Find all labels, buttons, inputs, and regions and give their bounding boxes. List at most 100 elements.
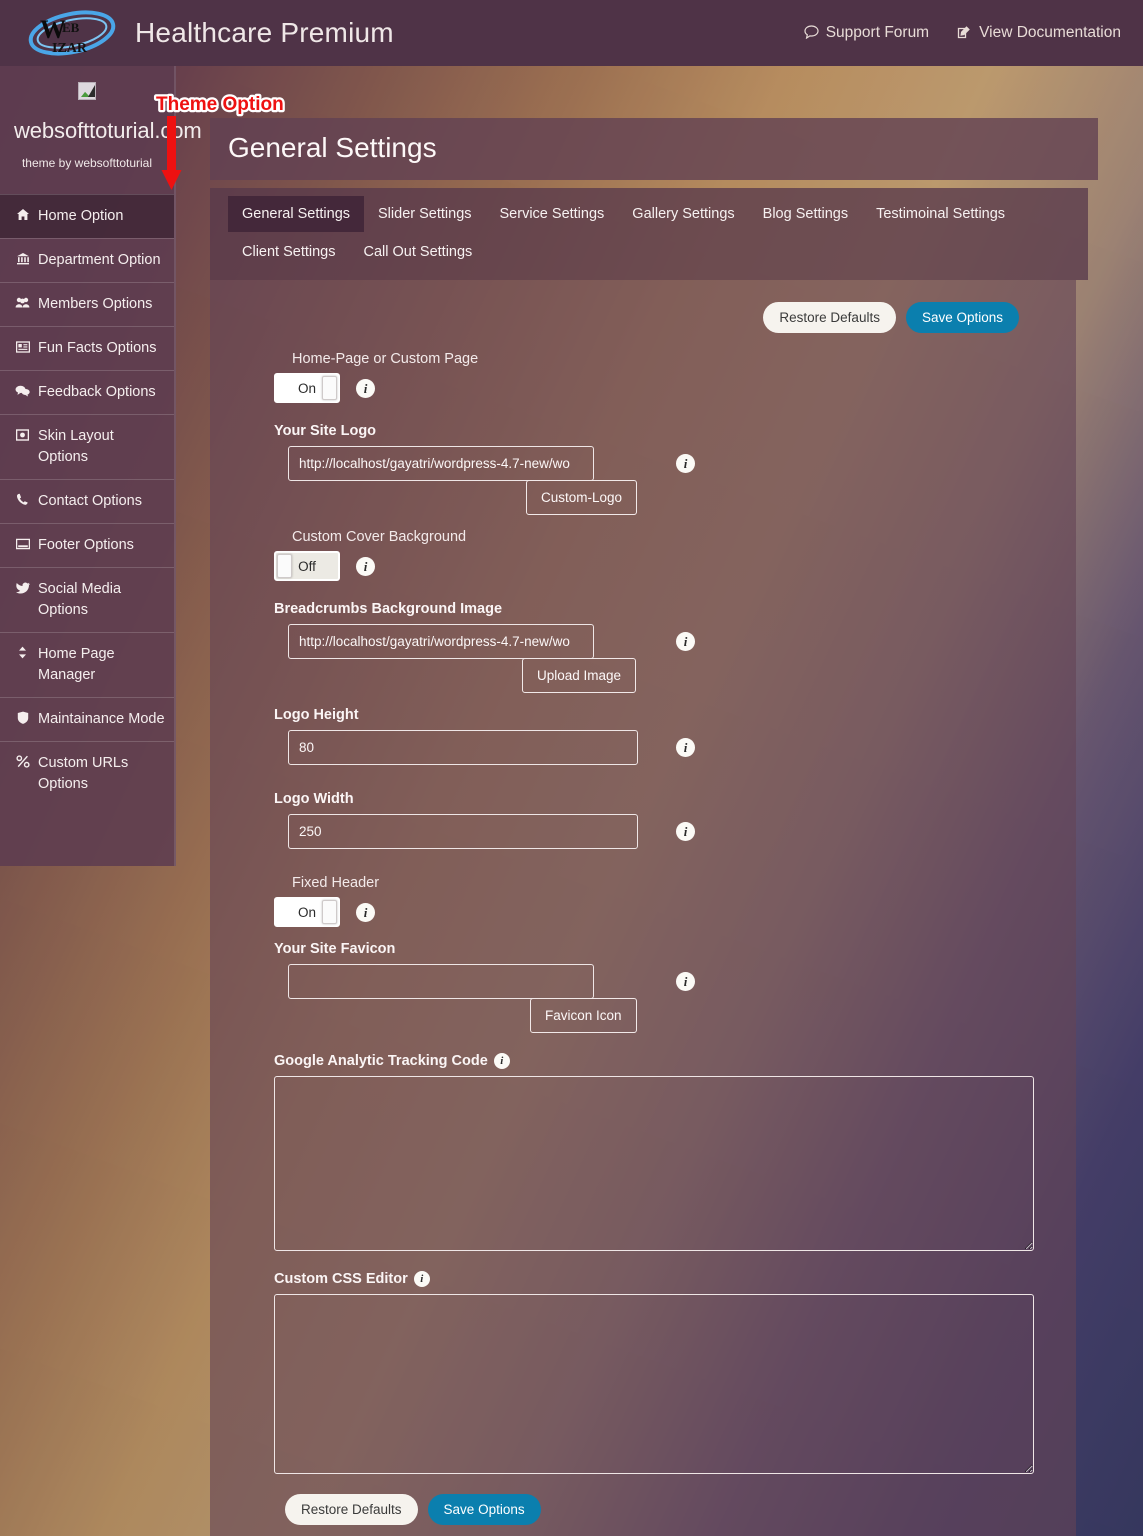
field-label: Logo Width xyxy=(274,791,354,807)
comments-icon xyxy=(14,382,31,403)
field-label: Breadcrumbs Background Image xyxy=(274,601,503,617)
tab-call-out-settings[interactable]: Call Out Settings xyxy=(350,234,487,270)
info-icon[interactable]: i xyxy=(356,378,375,398)
tab-general-settings[interactable]: General Settings xyxy=(228,196,365,232)
settings-form: Restore Defaults Save Options Home-Page … xyxy=(210,280,1076,1536)
info-icon[interactable]: i xyxy=(356,902,375,922)
svg-text:IZAR: IZAR xyxy=(52,41,88,56)
sidebar-item-label: Footer Options xyxy=(38,537,134,554)
sidebar-item-home-page-manager[interactable]: Home Page Manager xyxy=(0,632,174,697)
sidebar-item-fun-facts-options[interactable]: Fun Facts Options xyxy=(0,326,174,370)
info-icon[interactable]: i xyxy=(356,556,375,576)
breadcrumbs-background-input[interactable] xyxy=(288,624,594,659)
restore-defaults-button-bottom[interactable]: Restore Defaults xyxy=(285,1494,418,1525)
bank-icon xyxy=(14,250,31,271)
field-label: Google Analytic Tracking Code xyxy=(274,1053,488,1069)
sidebar-item-home-option[interactable]: Home Option xyxy=(0,194,174,239)
info-icon[interactable]: i xyxy=(676,738,695,757)
logo-width-input[interactable] xyxy=(288,814,638,849)
fields-container: Home-Page or Custom Page On i Your Site … xyxy=(210,351,1076,1525)
users-icon xyxy=(14,294,31,315)
sidebar-item-footer-options[interactable]: Footer Options xyxy=(0,523,174,567)
field-label: Your Site Favicon xyxy=(274,941,396,957)
sidebar-menu: Home Option Department Option Members Op… xyxy=(0,194,174,806)
field-google-analytic-tracking-code: Google Analytic Tracking Code i xyxy=(274,1053,1076,1251)
sidebar-item-skin-layout-options[interactable]: Skin Layout Options xyxy=(0,414,174,479)
top-header-bar: W EB IZAR Healthcare Premium Support For… xyxy=(0,0,1143,66)
field-logo-height: Logo Height i xyxy=(274,707,1076,765)
field-label: Logo Height xyxy=(274,707,359,723)
bottom-action-buttons: Restore Defaults Save Options xyxy=(274,1494,1076,1525)
field-label: Custom CSS Editor xyxy=(274,1271,408,1287)
tab-label: Testimoinal Settings xyxy=(876,206,1006,222)
custom-cover-background-toggle[interactable]: Off xyxy=(274,551,340,581)
top-action-buttons: Restore Defaults Save Options xyxy=(210,302,1076,333)
tab-gallery-settings[interactable]: Gallery Settings xyxy=(618,196,748,232)
favicon-icon-button[interactable]: Favicon Icon xyxy=(530,998,637,1033)
sidebar-item-members-options[interactable]: Members Options xyxy=(0,282,174,326)
phone-icon xyxy=(14,491,31,512)
tab-label: Slider Settings xyxy=(378,206,472,222)
sidebar-item-social-media-options[interactable]: Social Media Options xyxy=(0,567,174,632)
info-icon[interactable]: i xyxy=(676,972,695,991)
webwizard-logo: W EB IZAR xyxy=(24,7,119,59)
field-your-site-logo: Your Site Logo i Custom-Logo xyxy=(274,423,1076,515)
field-custom-css-editor: Custom CSS Editor i xyxy=(274,1271,1076,1474)
edit-square-icon xyxy=(957,25,972,42)
tab-testimoinal-settings[interactable]: Testimoinal Settings xyxy=(862,196,1019,232)
google-analytic-textarea[interactable] xyxy=(274,1076,1034,1251)
page-title: General Settings xyxy=(210,118,1098,180)
id-card-icon xyxy=(14,338,31,359)
tabs-row-1: General Settings Slider Settings Service… xyxy=(228,196,1088,232)
sidebar-item-label: Fun Facts Options xyxy=(38,340,157,357)
upload-image-button[interactable]: Upload Image xyxy=(522,658,637,693)
custom-logo-button[interactable]: Custom-Logo xyxy=(526,480,638,515)
save-options-button-bottom[interactable]: Save Options xyxy=(427,1494,541,1525)
fixed-header-toggle[interactable]: On xyxy=(274,897,340,927)
toggle-knob xyxy=(322,376,337,400)
view-documentation-link[interactable]: View Documentation xyxy=(957,24,1121,42)
tab-client-settings[interactable]: Client Settings xyxy=(228,234,350,270)
tab-service-settings[interactable]: Service Settings xyxy=(486,196,619,232)
info-icon[interactable]: i xyxy=(676,822,695,841)
sidebar-item-contact-options[interactable]: Contact Options xyxy=(0,479,174,523)
tab-blog-settings[interactable]: Blog Settings xyxy=(749,196,862,232)
sidebar-item-label: Contact Options xyxy=(38,493,142,510)
sidebar-site-name: websofttoturial.com xyxy=(14,118,202,143)
field-label: Home-Page or Custom Page xyxy=(292,351,479,367)
sidebar-credit: theme by websofttoturial xyxy=(21,156,153,170)
svg-text:EB: EB xyxy=(62,20,80,35)
field-label-row: Custom CSS Editor i xyxy=(274,1271,1076,1287)
tabs-row-2: Client Settings Call Out Settings xyxy=(228,234,1088,270)
save-options-button-top[interactable]: Save Options xyxy=(905,302,1019,333)
tab-slider-settings[interactable]: Slider Settings xyxy=(364,196,486,232)
tab-label: Blog Settings xyxy=(762,206,849,222)
top-header-links: Support Forum View Documentation xyxy=(804,24,1121,42)
custom-css-textarea[interactable] xyxy=(274,1294,1034,1474)
tab-label: Call Out Settings xyxy=(363,244,473,260)
sidebar-item-department-option[interactable]: Department Option xyxy=(0,238,174,282)
sidebar-item-label: Members Options xyxy=(38,296,153,313)
toggle-knob xyxy=(322,900,337,924)
info-icon[interactable]: i xyxy=(493,1053,510,1069)
support-forum-label: Support Forum xyxy=(825,24,930,41)
tab-label: Gallery Settings xyxy=(632,206,735,222)
logo-height-input[interactable] xyxy=(288,730,638,765)
sidebar-item-label: Skin Layout Options xyxy=(38,428,114,466)
info-icon[interactable]: i xyxy=(413,1271,430,1287)
field-home-page-or-custom-page: Home-Page or Custom Page On i xyxy=(274,351,1076,403)
restore-defaults-button-top[interactable]: Restore Defaults xyxy=(763,302,896,333)
field-fixed-header: Fixed Header On i xyxy=(274,875,1076,927)
sidebar-item-maintainance-mode[interactable]: Maintainance Mode xyxy=(0,697,174,741)
tab-label: General Settings xyxy=(242,206,351,222)
home-page-toggle[interactable]: On xyxy=(274,373,340,403)
shield-icon xyxy=(14,709,31,730)
site-logo-input[interactable] xyxy=(288,446,594,481)
site-favicon-input[interactable] xyxy=(288,964,594,999)
sidebar-item-feedback-options[interactable]: Feedback Options xyxy=(0,370,174,414)
sidebar-item-custom-urls-options[interactable]: Custom URLs Options xyxy=(0,741,174,806)
support-forum-link[interactable]: Support Forum xyxy=(804,24,929,42)
info-icon[interactable]: i xyxy=(676,632,695,651)
sidebar-item-label: Feedback Options xyxy=(38,384,156,401)
info-icon[interactable]: i xyxy=(676,454,695,473)
